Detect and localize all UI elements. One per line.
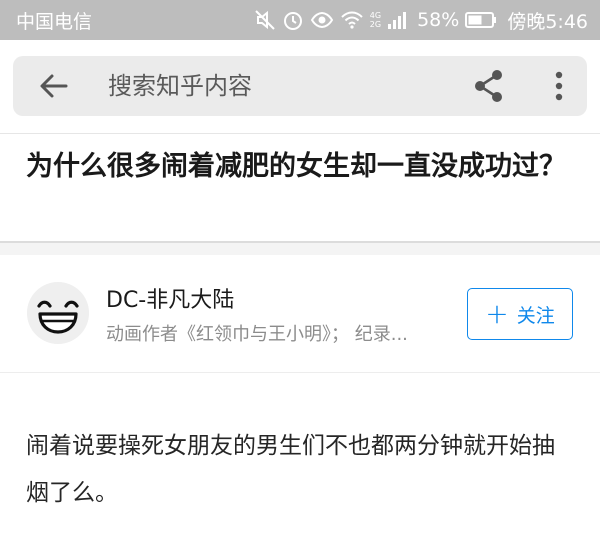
share-button[interactable] — [472, 68, 506, 104]
laughing-face-avatar-icon — [27, 282, 89, 344]
signal-icon — [387, 10, 409, 30]
plus-icon: + — [485, 297, 509, 330]
battery-icon — [465, 11, 497, 29]
author-bio: 动画作者《红领巾与王小明》； 纪录... — [106, 324, 408, 345]
search-bar[interactable]: 搜索知乎内容 — [13, 56, 587, 116]
follow-button[interactable]: + 关注 — [467, 288, 573, 340]
mute-icon — [254, 9, 276, 31]
answer-body: 闹着说要操死女朋友的男生们不也都两分钟就开始抽烟了么。 — [26, 423, 574, 517]
eye-icon — [310, 9, 334, 31]
network-label-bottom: 2G — [369, 20, 382, 29]
follow-label: 关注 — [516, 304, 555, 327]
author-name[interactable]: DC-非凡大陆 — [106, 287, 234, 315]
search-input[interactable]: 搜索知乎内容 — [108, 70, 252, 102]
top-app-bar: 搜索知乎内容 — [0, 40, 600, 134]
back-arrow-icon — [40, 74, 68, 98]
avatar[interactable] — [27, 282, 89, 344]
author-card: DC-非凡大陆 动画作者《红领巾与王小明》； 纪录... + 关注 — [0, 255, 600, 373]
status-bar: 中国电信 4G 2G 58% 傍晚5:46 — [0, 0, 600, 40]
network-type-icon: 4G 2G — [370, 11, 381, 29]
clock-time: 傍晚5:46 — [507, 10, 588, 33]
alarm-icon — [282, 9, 304, 31]
more-vertical-icon — [555, 71, 563, 101]
question-header: 为什么很多闹着减肥的女生却一直没成功过？ — [0, 134, 600, 242]
carrier-label: 中国电信 — [16, 10, 93, 33]
answer-text: 闹着说要操死女朋友的男生们不也都两分钟就开始抽烟了么。 — [26, 433, 555, 506]
network-label-top: 4G — [369, 11, 382, 20]
share-icon — [475, 70, 502, 102]
more-options-button[interactable] — [547, 68, 571, 104]
back-button[interactable] — [37, 71, 69, 101]
wifi-icon — [340, 9, 364, 31]
question-title[interactable]: 为什么很多闹着减肥的女生却一直没成功过？ — [26, 144, 574, 190]
section-divider — [0, 241, 600, 255]
battery-percent: 58% — [417, 9, 460, 31]
